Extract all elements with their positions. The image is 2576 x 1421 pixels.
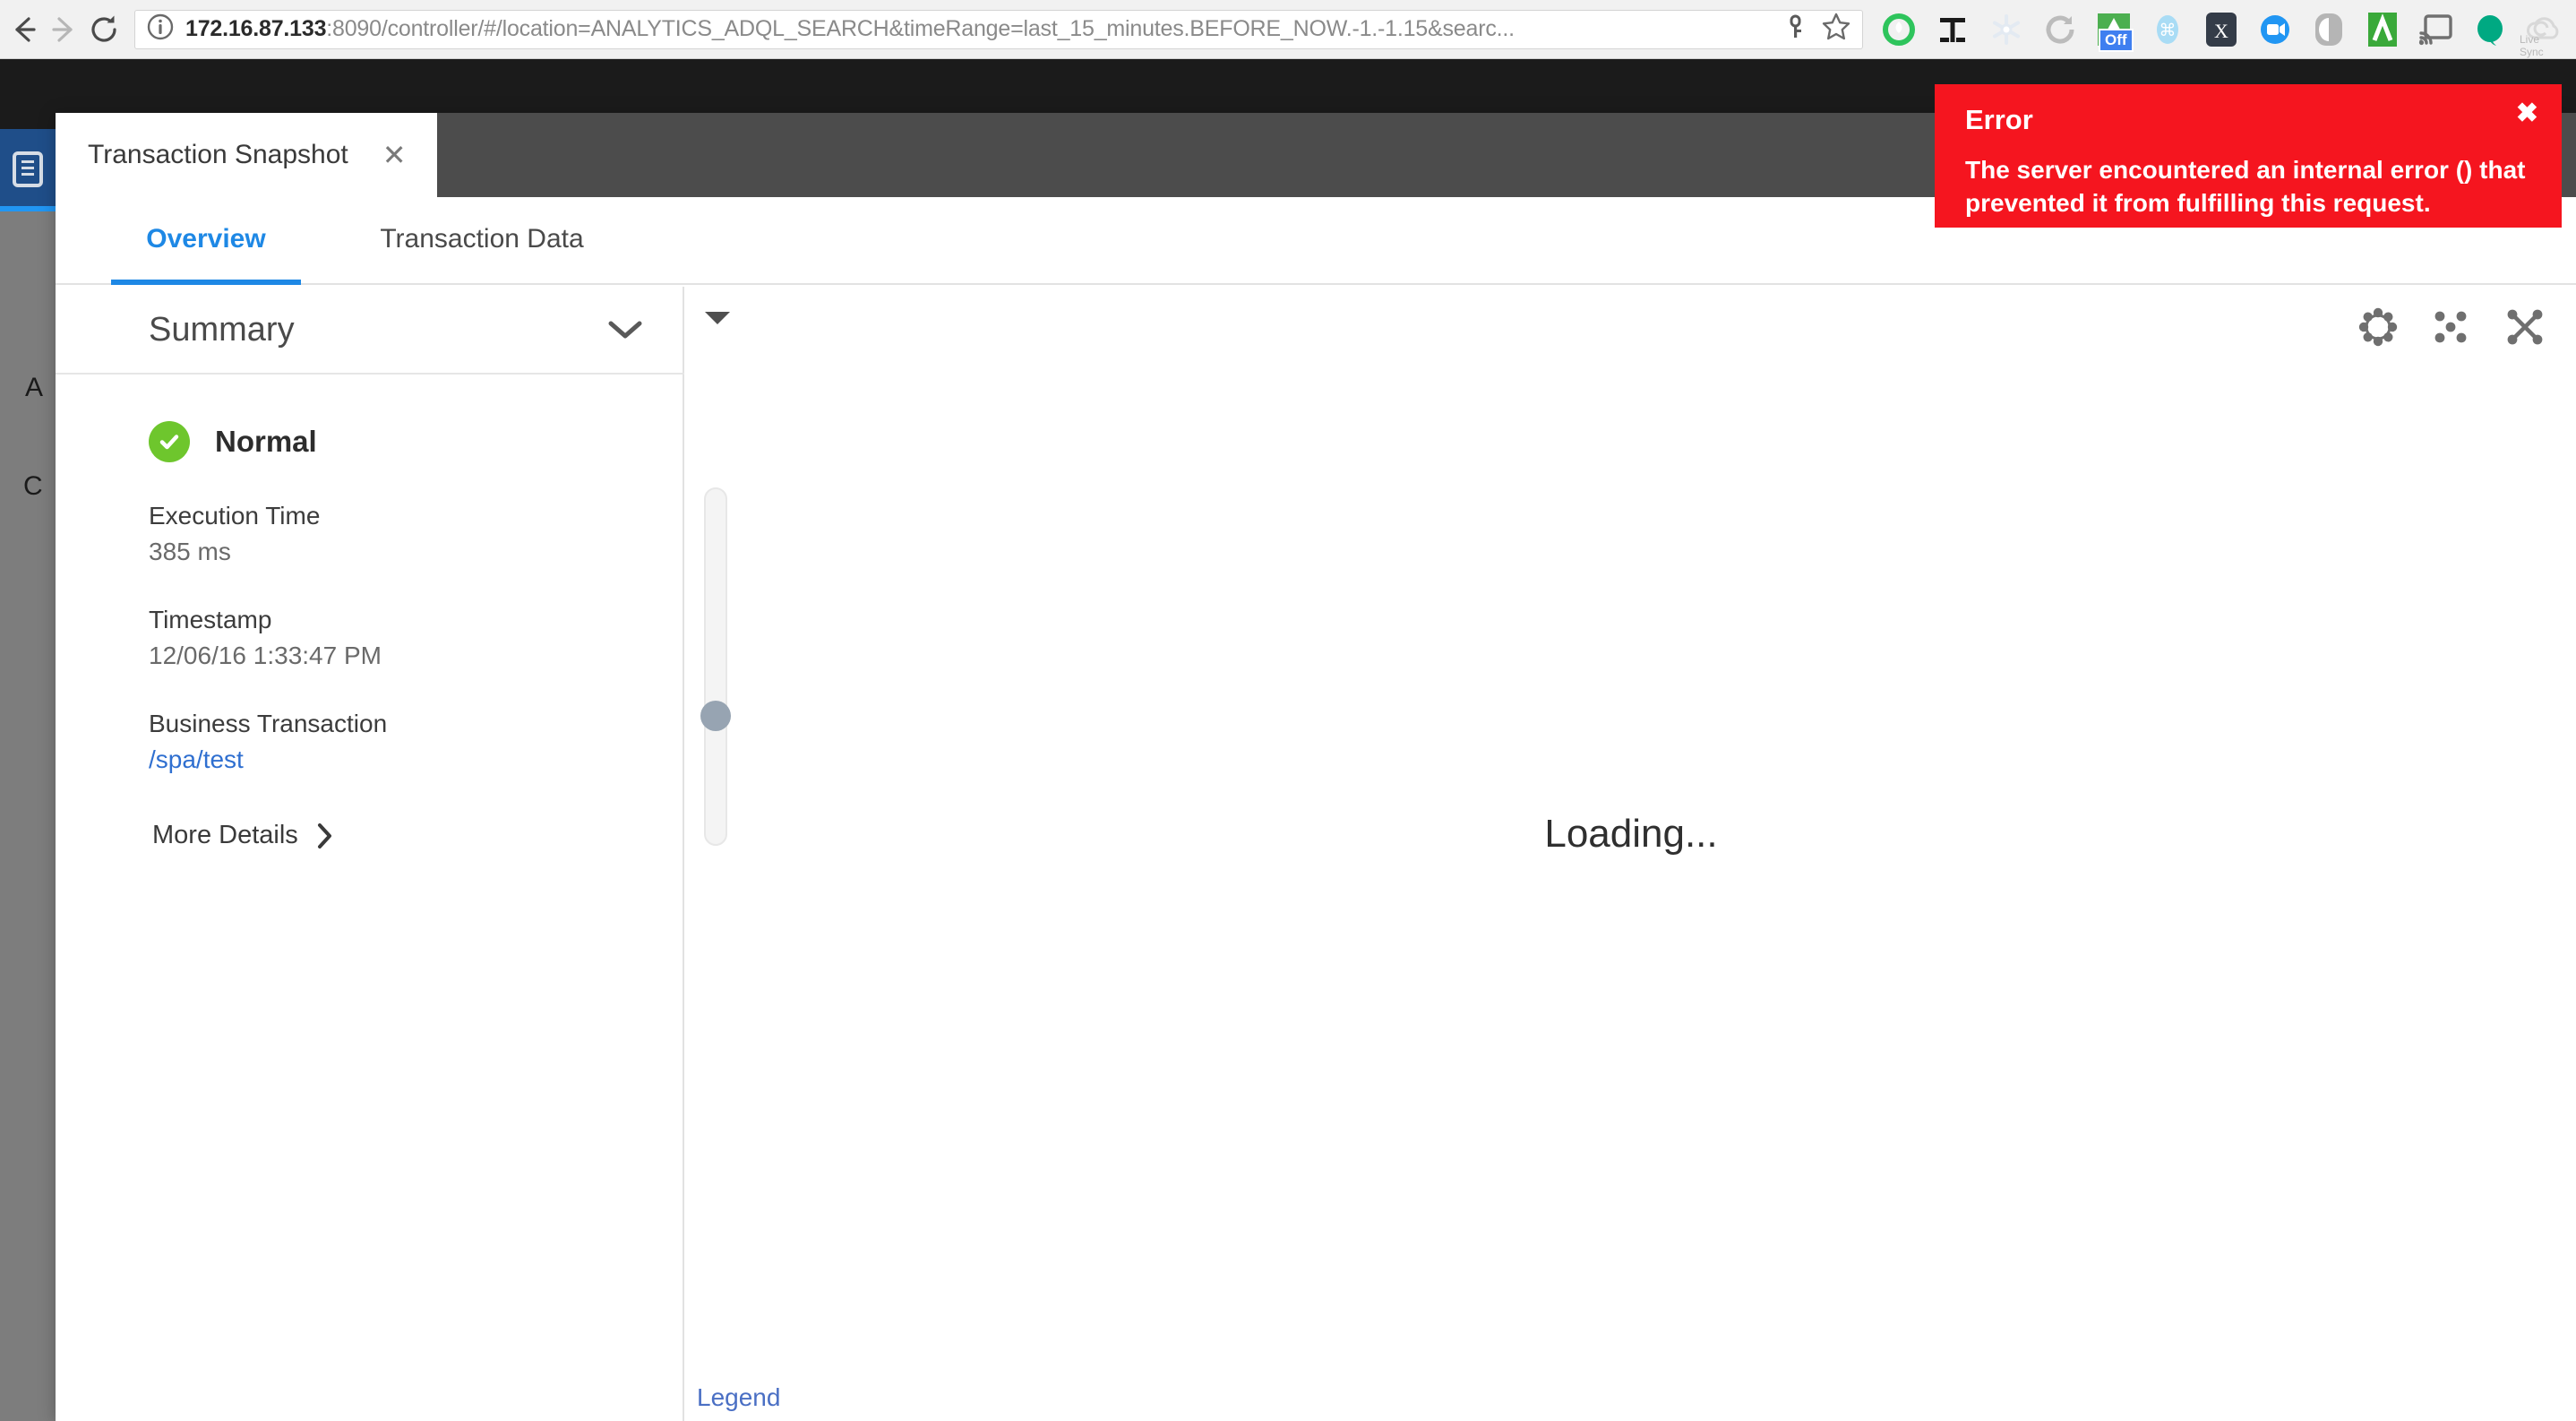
- field-label: Business Transaction: [149, 710, 388, 737]
- close-icon[interactable]: ✖: [2516, 100, 2538, 127]
- transaction-snapshot-modal: Transaction Snapshot ✕ Overview Transact…: [56, 113, 2576, 1421]
- business-transaction-link[interactable]: /spa/test: [149, 745, 683, 774]
- background-letter-c: C: [23, 471, 43, 501]
- close-icon[interactable]: ✕: [382, 141, 407, 169]
- save-key-icon[interactable]: [1782, 13, 1808, 45]
- sidebar-item-active[interactable]: [0, 129, 56, 210]
- field-business-transaction: Business Transaction /spa/test: [149, 710, 683, 774]
- field-value: 385 ms: [149, 538, 231, 565]
- status-label: Normal: [215, 425, 317, 458]
- sync-extension-icon[interactable]: [2039, 9, 2081, 50]
- summary-header[interactable]: Summary: [56, 287, 684, 375]
- flow-filter-dropdown[interactable]: [702, 306, 733, 332]
- caret-down-icon[interactable]: [702, 306, 733, 328]
- circular-layout-icon[interactable]: [2357, 306, 2399, 348]
- error-title: Error: [1965, 104, 2033, 135]
- status-badge: Normal: [149, 421, 683, 462]
- forward-button[interactable]: [48, 5, 79, 54]
- more-details-button[interactable]: More Details: [152, 821, 683, 850]
- adblock-off-extension-icon[interactable]: Off: [2093, 9, 2134, 52]
- more-details-label: More Details: [152, 821, 298, 849]
- tab-overview[interactable]: Overview: [111, 195, 301, 285]
- background-letter-a: A: [25, 373, 44, 402]
- field-timestamp: Timestamp 12/06/16 1:33:47 PM: [149, 606, 683, 670]
- live-sync-extension-icon[interactable]: Live Sync: [2520, 9, 2564, 58]
- video-extension-icon[interactable]: [2254, 9, 2296, 50]
- page-title: Summary: [149, 310, 295, 349]
- site-info-icon[interactable]: [146, 13, 175, 46]
- flow-map-panel: Loading... Legend: [686, 287, 2576, 1421]
- grid-layout-icon[interactable]: [2431, 306, 2472, 348]
- chevron-down-icon[interactable]: [607, 319, 643, 340]
- command-extension-icon[interactable]: ⌘: [2147, 9, 2188, 50]
- legend-link[interactable]: Legend: [697, 1383, 780, 1412]
- error-toast: Error ✖ The server encountered an intern…: [1935, 84, 2562, 228]
- capsule-extension-icon[interactable]: [2308, 9, 2349, 50]
- grammar-extension-icon[interactable]: [1878, 9, 1919, 50]
- translate-extension-icon[interactable]: [1932, 9, 1973, 50]
- cross-layout-icon[interactable]: [2504, 306, 2546, 348]
- svg-text:X: X: [2214, 20, 2228, 42]
- loading-indicator: Loading...: [1544, 812, 1718, 856]
- url-text[interactable]: 172.16.87.133:8090/controller/#/location…: [185, 16, 1769, 42]
- back-button[interactable]: [9, 5, 39, 54]
- url-host: 172.16.87.133: [185, 16, 327, 41]
- extension-strip: Off ⌘ X Live Sync: [1872, 0, 2571, 59]
- document-icon: [13, 151, 43, 187]
- summary-body: Normal Execution Time 385 ms Timestamp 1…: [56, 375, 683, 850]
- tab-transaction-snapshot[interactable]: Transaction Snapshot ✕: [56, 113, 437, 197]
- snowflake-extension-icon[interactable]: [1986, 9, 2027, 50]
- check-circle-icon: [149, 421, 190, 462]
- browser-toolbar: 172.16.87.133:8090/controller/#/location…: [0, 0, 2576, 59]
- zoom-slider-handle[interactable]: [700, 701, 731, 731]
- tab-label: Transaction Snapshot: [88, 140, 348, 169]
- address-bar[interactable]: 172.16.87.133:8090/controller/#/location…: [134, 9, 1863, 49]
- x-extension-icon[interactable]: X: [2201, 9, 2242, 50]
- cast-extension-icon[interactable]: [2416, 9, 2457, 50]
- chevron-right-icon: [317, 822, 331, 848]
- svg-text:⌘: ⌘: [2160, 21, 2177, 40]
- error-message: The server encountered an internal error…: [1965, 156, 2526, 217]
- reload-button[interactable]: [88, 5, 120, 54]
- evernote-extension-icon[interactable]: [2469, 9, 2511, 50]
- star-icon[interactable]: [1821, 12, 1851, 47]
- a-extension-icon[interactable]: [2362, 9, 2403, 50]
- flow-layout-toolbar: [2357, 306, 2546, 348]
- field-value: 12/06/16 1:33:47 PM: [149, 642, 382, 669]
- extension-badge: Off: [2099, 28, 2134, 52]
- app-nav-rail: [0, 129, 56, 1421]
- field-label: Execution Time: [149, 502, 321, 530]
- zoom-slider[interactable]: [700, 487, 731, 846]
- extension-label: Live Sync: [2520, 32, 2544, 58]
- summary-panel: Summary Normal Execution Time 385 ms Tim…: [56, 287, 684, 1421]
- field-label: Timestamp: [149, 606, 272, 633]
- field-execution-time: Execution Time 385 ms: [149, 502, 683, 566]
- url-path: :8090/controller/#/location=ANALYTICS_AD…: [326, 16, 1515, 41]
- tab-transaction-data[interactable]: Transaction Data: [348, 195, 616, 283]
- sidebar-active-indicator: [0, 206, 56, 211]
